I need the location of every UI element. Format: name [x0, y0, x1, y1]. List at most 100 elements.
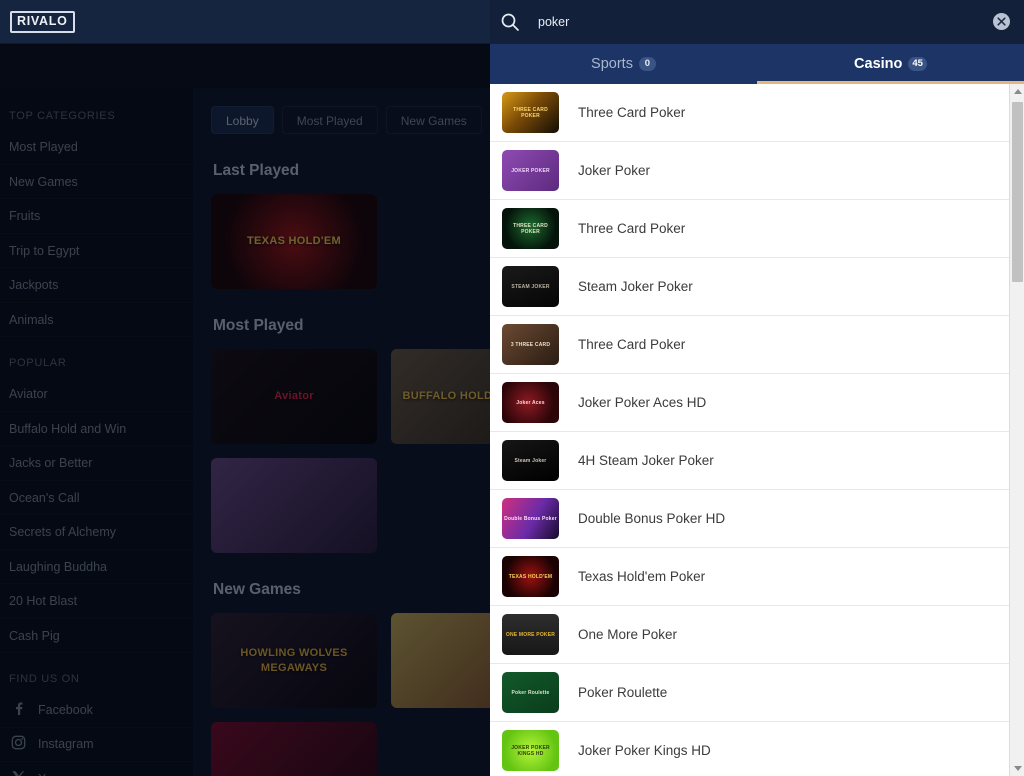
game-tile[interactable]: HOWLING WOLVES MEGAWAYS [211, 613, 377, 708]
sidebar-popular-20-hot-blast[interactable]: 20 Hot Blast [0, 584, 193, 619]
game-tile-label: TEXAS HOLD'EM [247, 235, 341, 248]
sidebar-item-label: Buffalo Hold and Win [9, 421, 127, 436]
facebook-icon [11, 701, 26, 719]
sidebar-item-label: New Games [9, 174, 78, 189]
scrollbar-thumb[interactable] [1012, 102, 1023, 282]
game-tile[interactable] [211, 722, 377, 776]
search-bar [490, 0, 1024, 44]
game-tile[interactable] [211, 458, 377, 553]
search-result-row[interactable]: Steam Joker 4H Steam Joker Poker [490, 432, 1009, 490]
game-thumbnail-label: 3 THREE CARD [510, 341, 551, 348]
sidebar-item-fruits[interactable]: Fruits [0, 199, 193, 234]
search-result-row[interactable]: Double Bonus Poker Double Bonus Poker HD [490, 490, 1009, 548]
sidebar-item-trip-to-egypt[interactable]: Trip to Egypt [0, 234, 193, 269]
game-thumbnail-label: THREE CARD POKER [513, 106, 548, 119]
search-results-list: THREE CARD POKER Three Card Poker JOKER PO… [490, 84, 1009, 776]
search-result-row[interactable]: TEXAS HOLD'EM Texas Hold'em Poker [490, 548, 1009, 606]
game-thumbnail-label: Poker Roulette [511, 689, 550, 696]
sidebar-social-instagram[interactable]: Instagram [0, 728, 193, 763]
sidebar-item-jackpots[interactable]: Jackpots [0, 268, 193, 303]
game-thumbnail-label: JOKER POKER KINGS HD [511, 744, 550, 757]
search-result-row[interactable]: JOKER POKER Joker Poker [490, 142, 1009, 200]
search-result-row[interactable]: Joker Aces Joker Poker Aces HD [490, 374, 1009, 432]
search-result-title: Texas Hold'em Poker [578, 569, 706, 584]
search-icon [500, 12, 520, 32]
results-scrollbar[interactable] [1009, 84, 1024, 776]
game-thumbnail: 3 THREE CARD [502, 324, 559, 365]
game-thumbnail: JOKER POKER KINGS HD [502, 730, 559, 771]
search-tab-sports[interactable]: Sports 0 [490, 44, 757, 84]
sidebar-item-animals[interactable]: Animals [0, 303, 193, 338]
sidebar-item-label: Animals [9, 312, 54, 327]
sidebar-popular-jacks-or-better[interactable]: Jacks or Better [0, 446, 193, 481]
search-result-row[interactable]: THREE CARD POKER Three Card Poker [490, 200, 1009, 258]
search-result-row[interactable]: JOKER POKER KINGS HD Joker Poker Kings HD [490, 722, 1009, 776]
game-thumbnail-label: JOKER POKER [511, 167, 550, 174]
x-twitter-icon [11, 770, 26, 776]
search-result-title: One More Poker [578, 627, 678, 642]
category-pill-most-played[interactable]: Most Played [281, 106, 378, 134]
game-thumbnail: Poker Roulette [502, 672, 559, 713]
game-tile[interactable]: TEXAS HOLD'EM [211, 194, 377, 289]
search-result-title: Double Bonus Poker HD [578, 511, 726, 526]
game-thumbnail: Double Bonus Poker [502, 498, 559, 539]
search-tabs: Sports 0 Casino 45 [490, 44, 1024, 84]
search-result-row[interactable]: Poker Roulette Poker Roulette [490, 664, 1009, 722]
sidebar-social-x[interactable]: X [0, 762, 193, 776]
sidebar-popular-laughing-buddha[interactable]: Laughing Buddha [0, 550, 193, 585]
sidebar-item-new-games[interactable]: New Games [0, 165, 193, 200]
game-thumbnail: ONE MORE POKER [502, 614, 559, 655]
game-thumbnail-label: Double Bonus Poker [504, 515, 557, 522]
sidebar-top-categories-list: Most Played New Games Fruits Trip to Egypt J… [0, 130, 193, 337]
social-label: X [38, 772, 46, 776]
search-input[interactable] [538, 7, 918, 37]
sidebar-heading-popular: POPULAR [9, 357, 67, 369]
search-tab-casino[interactable]: Casino 45 [757, 44, 1024, 84]
search-result-row[interactable]: 3 THREE CARD Three Card Poker [490, 316, 1009, 374]
sidebar-item-label: Cash Pig [9, 628, 60, 643]
sidebar-item-label: 20 Hot Blast [9, 594, 78, 608]
sidebar-popular-buffalo-hold-and-win[interactable]: Buffalo Hold and Win [0, 412, 193, 447]
search-result-title: Poker Roulette [578, 685, 668, 700]
search-result-title: Joker Poker [578, 163, 651, 178]
game-thumbnail-label: Steam Joker [514, 457, 547, 464]
search-tab-label: Casino [854, 56, 903, 72]
search-tab-count-badge: 45 [908, 57, 927, 71]
game-tile-label: Aviator [274, 390, 314, 403]
sidebar-popular-secrets-of-alchemy[interactable]: Secrets of Alchemy [0, 515, 193, 550]
sidebar-item-label: Most Played [9, 140, 78, 154]
search-result-row[interactable]: ONE MORE POKER One More Poker [490, 606, 1009, 664]
sidebar-popular-cash-pig[interactable]: Cash Pig [0, 619, 193, 654]
game-thumbnail-label: THREE CARD POKER [513, 222, 548, 235]
instagram-icon [11, 735, 26, 753]
game-tile[interactable]: Aviator [211, 349, 377, 444]
game-thumbnail: STEAM JOKER [502, 266, 559, 307]
search-result-row[interactable]: STEAM JOKER Steam Joker Poker [490, 258, 1009, 316]
category-pill-new-games[interactable]: New Games [385, 106, 482, 134]
search-result-title: Three Card Poker [578, 337, 686, 352]
social-label: Instagram [38, 737, 94, 752]
game-thumbnail: THREE CARD POKER [502, 92, 559, 133]
search-result-title: Steam Joker Poker [578, 279, 693, 294]
search-result-title: Joker Poker Aces HD [578, 395, 707, 410]
category-pill-lobby[interactable]: Lobby [211, 106, 274, 134]
sidebar-popular-ocean-s-call[interactable]: Ocean's Call [0, 481, 193, 516]
close-icon[interactable] [993, 13, 1010, 30]
scroll-down-arrow-icon[interactable] [1010, 761, 1024, 776]
game-thumbnail-label: STEAM JOKER [511, 283, 550, 290]
game-thumbnail: TEXAS HOLD'EM [502, 556, 559, 597]
scroll-up-arrow-icon[interactable] [1010, 84, 1024, 99]
sidebar-item-label: Fruits [9, 209, 41, 223]
sidebar-social-facebook[interactable]: Facebook [0, 693, 193, 728]
sidebar-item-label: Trip to Egypt [9, 243, 80, 258]
rivalo-logo[interactable]: RIVALO [10, 11, 75, 33]
sidebar-popular-aviator[interactable]: Aviator [0, 377, 193, 412]
game-thumbnail: THREE CARD POKER [502, 208, 559, 249]
search-result-title: 4H Steam Joker Poker [578, 453, 714, 468]
social-label: Facebook [38, 702, 93, 717]
game-thumbnail-label: ONE MORE POKER [505, 631, 556, 638]
sidebar-item-most-played[interactable]: Most Played [0, 130, 193, 165]
search-result-row[interactable]: THREE CARD POKER Three Card Poker [490, 84, 1009, 142]
game-thumbnail: JOKER POKER [502, 150, 559, 191]
